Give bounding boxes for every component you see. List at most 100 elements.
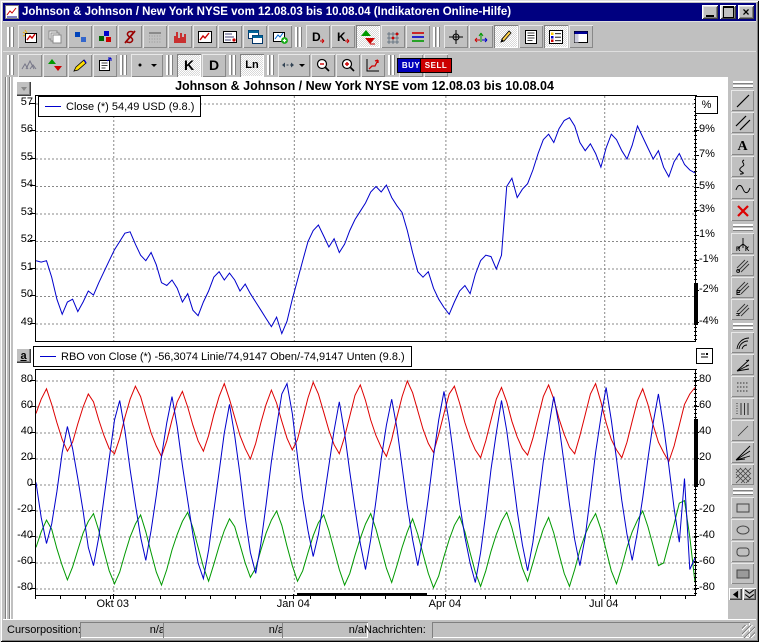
data-points-button[interactable]: [68, 25, 92, 48]
indicator-chart-plot[interactable]: [35, 369, 696, 596]
chart-text-button[interactable]: [218, 25, 242, 48]
scroll-down-button[interactable]: [743, 588, 756, 600]
data-table-button[interactable]: [143, 25, 167, 48]
d-scale-button[interactable]: D: [202, 54, 226, 77]
ln-scale-label: Ln: [245, 59, 258, 71]
chart-new-button[interactable]: [18, 25, 42, 48]
indicator-legend[interactable]: RBO von Close (*) -56,3074 Linie/74,9147…: [33, 346, 412, 367]
copy-chart-button[interactable]: [43, 25, 67, 48]
h-expand-button[interactable]: [278, 54, 310, 77]
speedfan-tool-button[interactable]: [731, 442, 754, 463]
toolbar-grip: [433, 27, 441, 47]
ellipse-tool-button[interactable]: [731, 519, 754, 540]
window-split-button[interactable]: [569, 25, 593, 48]
line-tool-button[interactable]: [731, 90, 754, 111]
wave-tool-button[interactable]: [731, 178, 754, 199]
axis-tick: [694, 380, 699, 381]
properties-button[interactable]: [93, 54, 117, 77]
indicator-lines-button[interactable]: [406, 25, 430, 48]
diagonal-tool-button[interactable]: [731, 420, 754, 441]
minimize-button[interactable]: [702, 5, 718, 19]
zigzag-tool-button[interactable]: [731, 156, 754, 177]
line-style-button[interactable]: [131, 54, 163, 77]
crosshatch-tool-button[interactable]: [731, 464, 754, 485]
retracement-tool-button[interactable]: [731, 376, 754, 397]
rounded-rect-tool-icon: [734, 543, 752, 561]
x-tick-label: Jul 04: [579, 598, 629, 610]
svg-text:K: K: [745, 247, 750, 253]
fan-tool-icon: [734, 356, 752, 374]
hatch-o-tool-icon: o: [734, 257, 752, 275]
triangles-button[interactable]: [356, 25, 380, 48]
rect-tool-icon: [734, 499, 752, 517]
ln-scale-button[interactable]: Ln: [240, 54, 264, 77]
close-button[interactable]: ×: [738, 5, 754, 19]
k-scale-button[interactable]: K: [177, 54, 201, 77]
delete-tool-button[interactable]: [731, 200, 754, 221]
toolbar-grip: [733, 81, 753, 88]
price-chart-plot[interactable]: [35, 95, 696, 342]
fan-tool-button[interactable]: [731, 354, 754, 375]
price-pane-menu-button[interactable]: [16, 81, 31, 96]
move-arrows-button[interactable]: [469, 25, 493, 48]
scroll-left-button[interactable]: [729, 588, 742, 600]
x-axis-tick: [113, 594, 114, 599]
triangles-updown-button[interactable]: [43, 54, 67, 77]
volume-bars-button[interactable]: [168, 25, 192, 48]
rect-tool-button[interactable]: [731, 497, 754, 518]
indicator-properties-button[interactable]: [696, 348, 713, 364]
maximize-button[interactable]: [720, 5, 736, 19]
axis-tick: [694, 260, 699, 261]
sell-button[interactable]: SELL: [424, 54, 448, 77]
zoom-out-button[interactable]: [311, 54, 335, 77]
zoom-in-icon: [339, 56, 357, 74]
parallel-lines-tool-button[interactable]: [731, 112, 754, 133]
export-chart-button[interactable]: [268, 25, 292, 48]
copy-chart-icon: [46, 28, 64, 46]
indicator-list-button[interactable]: [544, 25, 568, 48]
k-scale-label: K: [184, 57, 194, 73]
percent-axis-box: %: [695, 96, 718, 114]
arcs-tool-button[interactable]: [731, 332, 754, 353]
title-bar[interactable]: Johnson & Johnson / New York NYSE vom 12…: [3, 3, 756, 21]
hatch-e-tool-button[interactable]: E: [731, 277, 754, 298]
crosshair-button[interactable]: [444, 25, 468, 48]
axis-tick: [694, 484, 699, 485]
d-chart-button[interactable]: D: [306, 25, 330, 48]
rounded-rect-tool-button[interactable]: [731, 541, 754, 562]
no-indicator-button[interactable]: [118, 25, 142, 48]
volume-bars-icon: [171, 28, 189, 46]
zigzag-peaks-button[interactable]: [18, 54, 42, 77]
grid-dots-button[interactable]: [381, 25, 405, 48]
text-tool-button[interactable]: A: [731, 134, 754, 155]
close-icon: ×: [742, 7, 749, 17]
notes-page-button[interactable]: [519, 25, 543, 48]
draw-pencil-button[interactable]: [494, 25, 518, 48]
price-legend[interactable]: Close (*) 54,49 USD (9.8.): [38, 96, 201, 117]
data-points-icon: [71, 28, 89, 46]
chart-step-button[interactable]: [361, 54, 385, 77]
k-chart-button[interactable]: K: [331, 25, 355, 48]
data-blocks-button[interactable]: [93, 25, 117, 48]
parallel-lines-tool-icon: [734, 114, 752, 132]
app-icon[interactable]: [5, 5, 19, 19]
text-tool-icon: A: [734, 136, 752, 154]
zoom-in-button[interactable]: [336, 54, 360, 77]
resize-grip[interactable]: [742, 625, 755, 638]
trend-rk-tool-button[interactable]: RK: [731, 233, 754, 254]
toolbar-grip: [733, 224, 753, 231]
y-tick-label-right: -20: [699, 503, 725, 516]
axis-tick: [30, 536, 35, 537]
line-chart-button[interactable]: [193, 25, 217, 48]
vlines-tool-button[interactable]: [731, 398, 754, 419]
toolbar-grip: [7, 55, 15, 75]
hatch-o-tool-button[interactable]: o: [731, 255, 754, 276]
hatch-line-tool-button[interactable]: =: [731, 299, 754, 320]
indicator-pane-button[interactable]: a: [16, 348, 31, 363]
x-tick-label: Apr 04: [420, 598, 470, 610]
chart-windows-button[interactable]: [243, 25, 267, 48]
highlighter-button[interactable]: [68, 54, 92, 77]
y-tick-label-right: -80: [699, 581, 725, 594]
d-chart-icon: D: [309, 28, 327, 46]
filled-rect-tool-button[interactable]: [731, 563, 754, 584]
